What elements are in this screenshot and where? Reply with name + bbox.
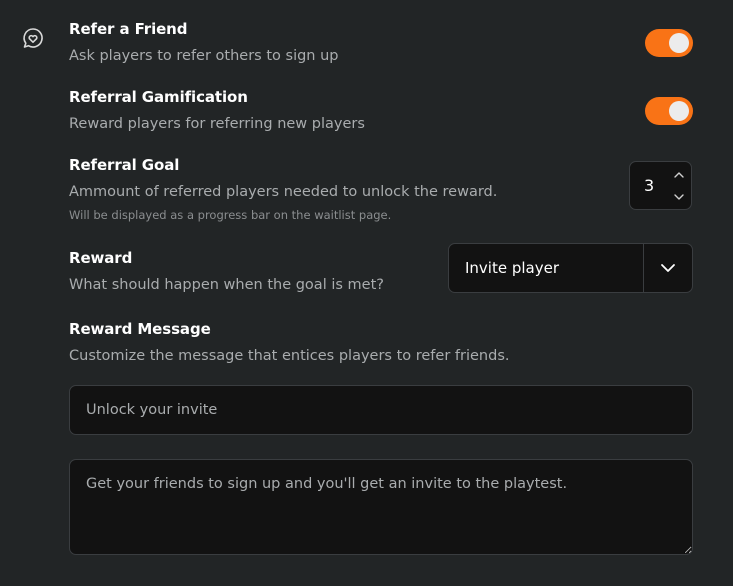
reward-description: What should happen when the goal is met?: [69, 277, 384, 293]
refer-friend-title: Refer a Friend: [69, 20, 188, 38]
reward-select[interactable]: Invite player: [448, 243, 693, 293]
toggle-knob: [669, 33, 689, 53]
gamification-toggle[interactable]: [645, 97, 693, 125]
reward-body-textarea[interactable]: [69, 459, 693, 555]
reward-headline-input[interactable]: [69, 385, 693, 435]
chevron-down-icon[interactable]: [673, 192, 685, 202]
reward-message-description: Customize the message that entices playe…: [69, 348, 510, 364]
refer-friend-description: Ask players to refer others to sign up: [69, 48, 339, 64]
reward-message-title: Reward Message: [69, 320, 211, 338]
refer-friend-toggle[interactable]: [645, 29, 693, 57]
gamification-title: Referral Gamification: [69, 88, 248, 106]
gamification-description: Reward players for referring new players: [69, 116, 365, 132]
reward-title: Reward: [69, 249, 133, 267]
chevron-up-icon[interactable]: [673, 170, 685, 180]
toggle-knob: [669, 101, 689, 121]
chevron-down-icon[interactable]: [660, 261, 676, 275]
referral-goal-title: Referral Goal: [69, 156, 180, 174]
referral-goal-stepper[interactable]: 3: [629, 161, 692, 210]
heart-chat-icon: [21, 26, 45, 50]
stepper-value[interactable]: 3: [644, 176, 654, 195]
reward-selected-value: Invite player: [465, 259, 560, 277]
referral-goal-hint: Will be displayed as a progress bar on t…: [69, 208, 392, 222]
select-divider: [643, 244, 644, 292]
referral-goal-description: Ammount of referred players needed to un…: [69, 184, 498, 200]
